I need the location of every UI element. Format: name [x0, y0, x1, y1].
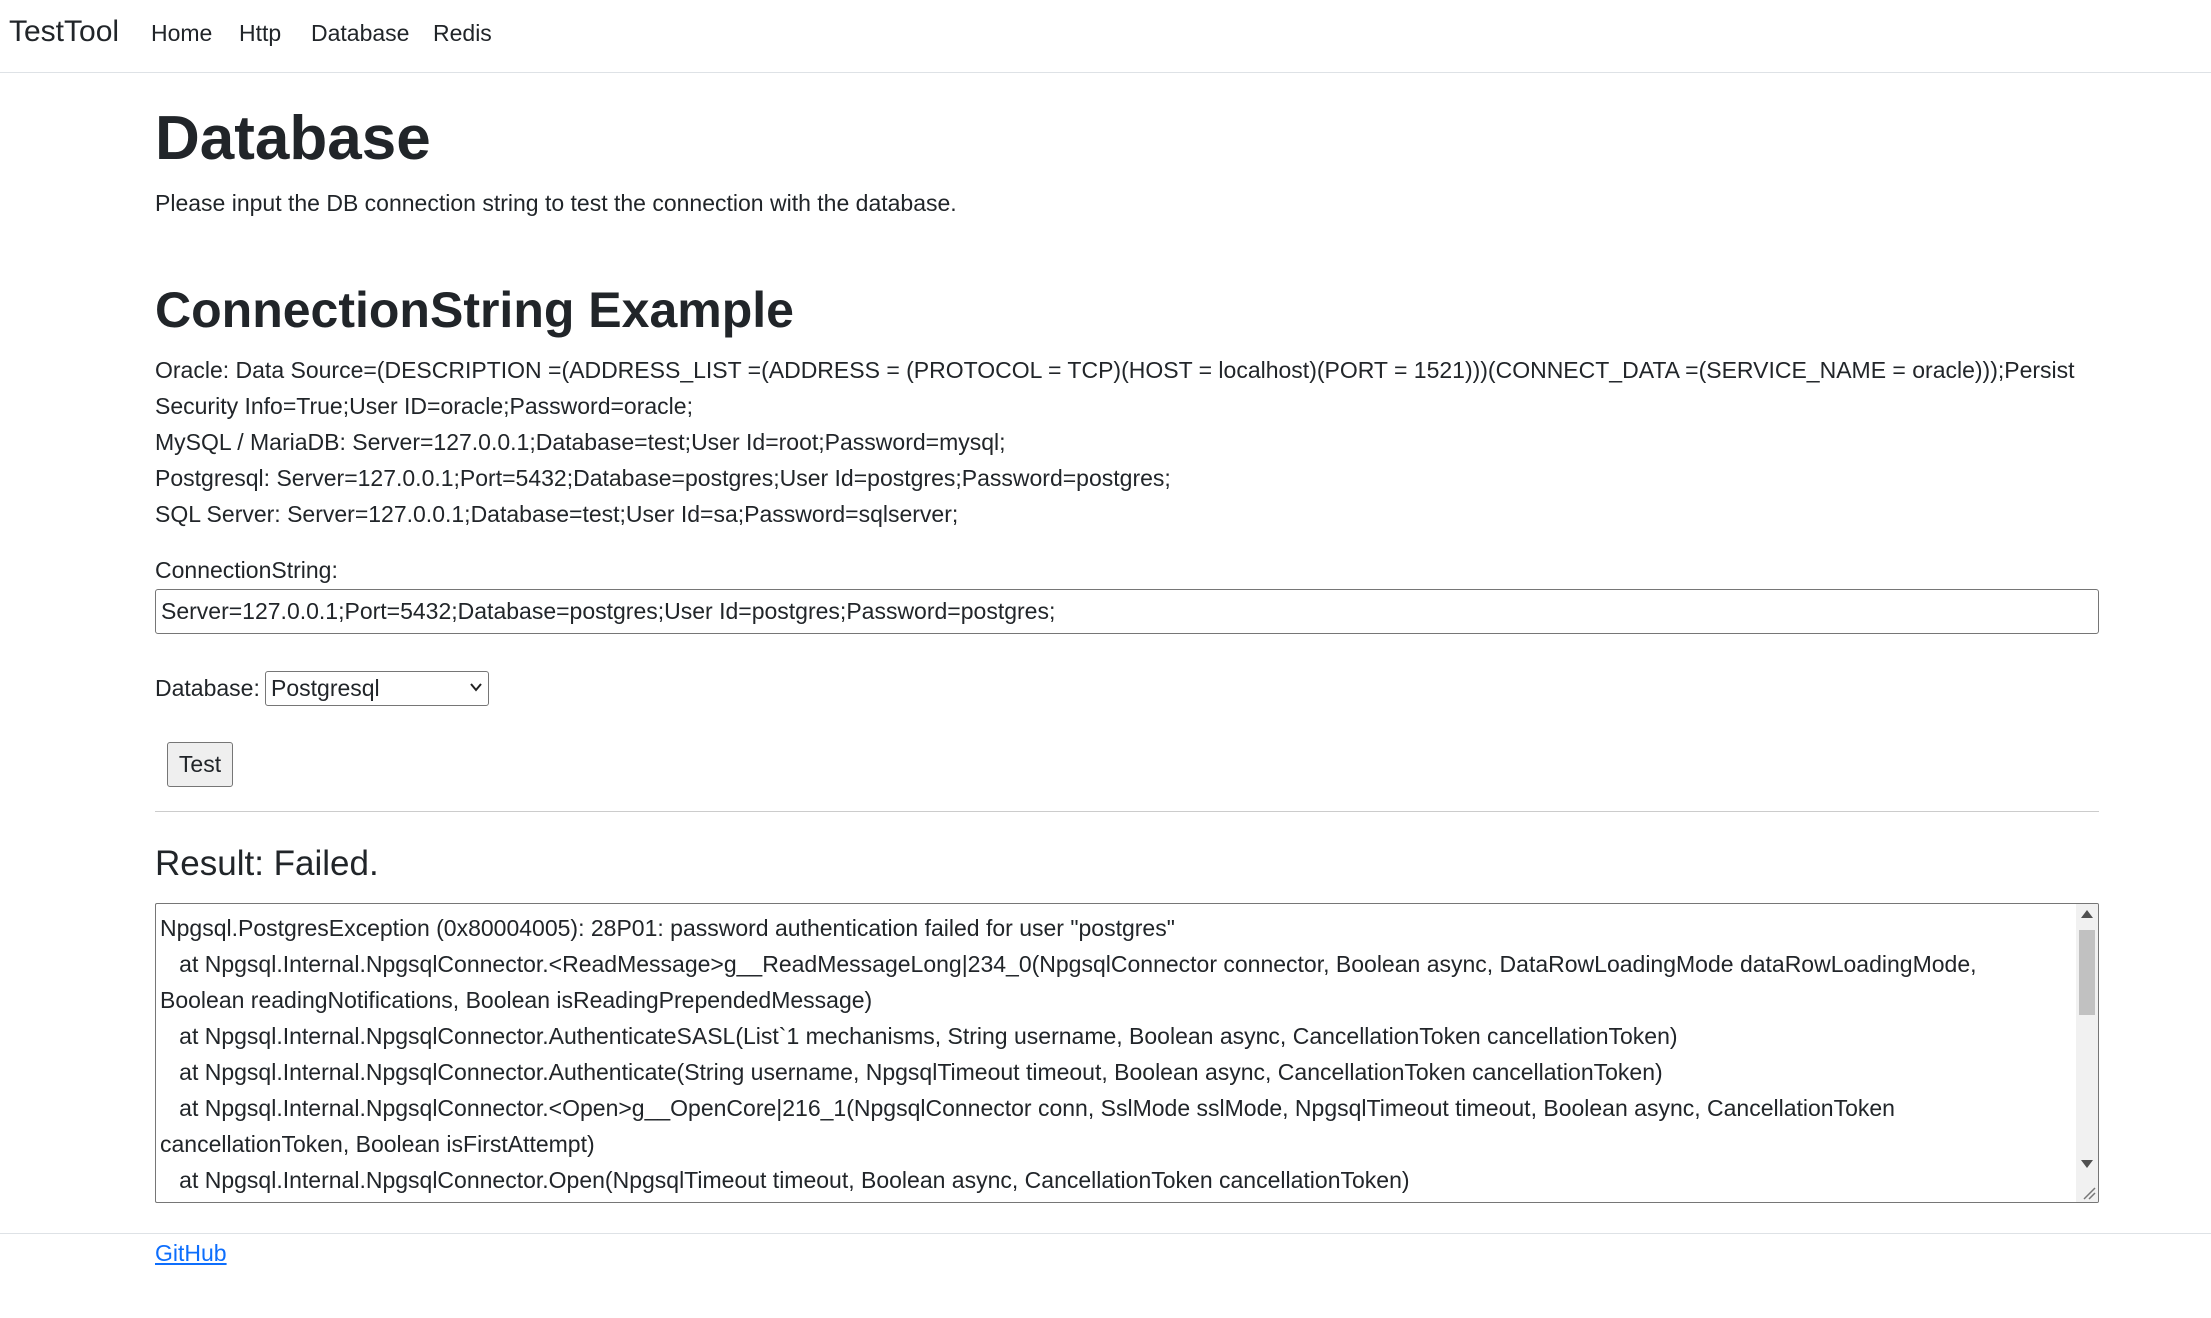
page-description: Please input the DB connection string to… — [155, 190, 957, 216]
github-link[interactable]: GitHub — [155, 1240, 227, 1267]
nav-http[interactable]: Http — [239, 20, 281, 47]
scrollbar-thumb[interactable] — [2079, 930, 2095, 1015]
example-postgresql: Postgresql: Server=127.0.0.1;Port=5432;D… — [155, 465, 1171, 491]
page-title: Database — [155, 104, 431, 173]
nav-database[interactable]: Database — [311, 20, 409, 47]
chevron-down-icon — [470, 683, 482, 692]
result-line: at Npgsql.Internal.NpgsqlConnector.Open(… — [160, 1167, 1410, 1193]
nav-redis[interactable]: Redis — [433, 20, 492, 47]
test-button[interactable]: Test — [167, 742, 233, 787]
result-heading: Result: Failed. — [155, 844, 379, 883]
vertical-scrollbar[interactable] — [2076, 904, 2098, 1202]
divider — [155, 811, 2099, 812]
connection-string-label: ConnectionString: — [155, 557, 338, 583]
result-text: Npgsql.PostgresException (0x80004005): 2… — [160, 910, 2065, 1198]
database-select[interactable]: Postgresql — [265, 671, 489, 706]
nav-home[interactable]: Home — [151, 20, 212, 47]
result-textarea[interactable]: Npgsql.PostgresException (0x80004005): 2… — [155, 903, 2099, 1203]
example-sqlserver: SQL Server: Server=127.0.0.1;Database=te… — [155, 501, 959, 527]
result-line: Npgsql.PostgresException (0x80004005): 2… — [160, 915, 1175, 941]
result-line: at Npgsql.Internal.NpgsqlConnector.<Open… — [160, 1095, 1902, 1157]
database-select-value: Postgresql — [271, 675, 380, 701]
result-line: at Npgsql.Internal.NpgsqlConnector.Authe… — [160, 1059, 1663, 1085]
brand-link[interactable]: TestTool — [9, 15, 119, 49]
scroll-down-arrow-icon[interactable] — [2081, 1160, 2093, 1168]
example-mysql: MySQL / MariaDB: Server=127.0.0.1;Databa… — [155, 429, 1006, 455]
examples-list: Oracle: Data Source=(DESCRIPTION =(ADDRE… — [155, 352, 2085, 532]
footer-divider — [0, 1233, 2211, 1234]
examples-heading: ConnectionString Example — [155, 282, 794, 338]
navbar: TestTool Home Http Database Redis — [0, 0, 2211, 73]
database-label: Database: — [155, 675, 260, 701]
connection-string-input[interactable] — [155, 589, 2099, 634]
result-line: at Npgsql.Internal.NpgsqlConnector.<Read… — [160, 951, 1983, 1013]
resize-grip-icon[interactable] — [2080, 1184, 2096, 1200]
scroll-up-arrow-icon[interactable] — [2081, 910, 2093, 918]
result-line: at Npgsql.Internal.NpgsqlConnector.Authe… — [160, 1023, 1678, 1049]
example-oracle: Oracle: Data Source=(DESCRIPTION =(ADDRE… — [155, 357, 2075, 419]
